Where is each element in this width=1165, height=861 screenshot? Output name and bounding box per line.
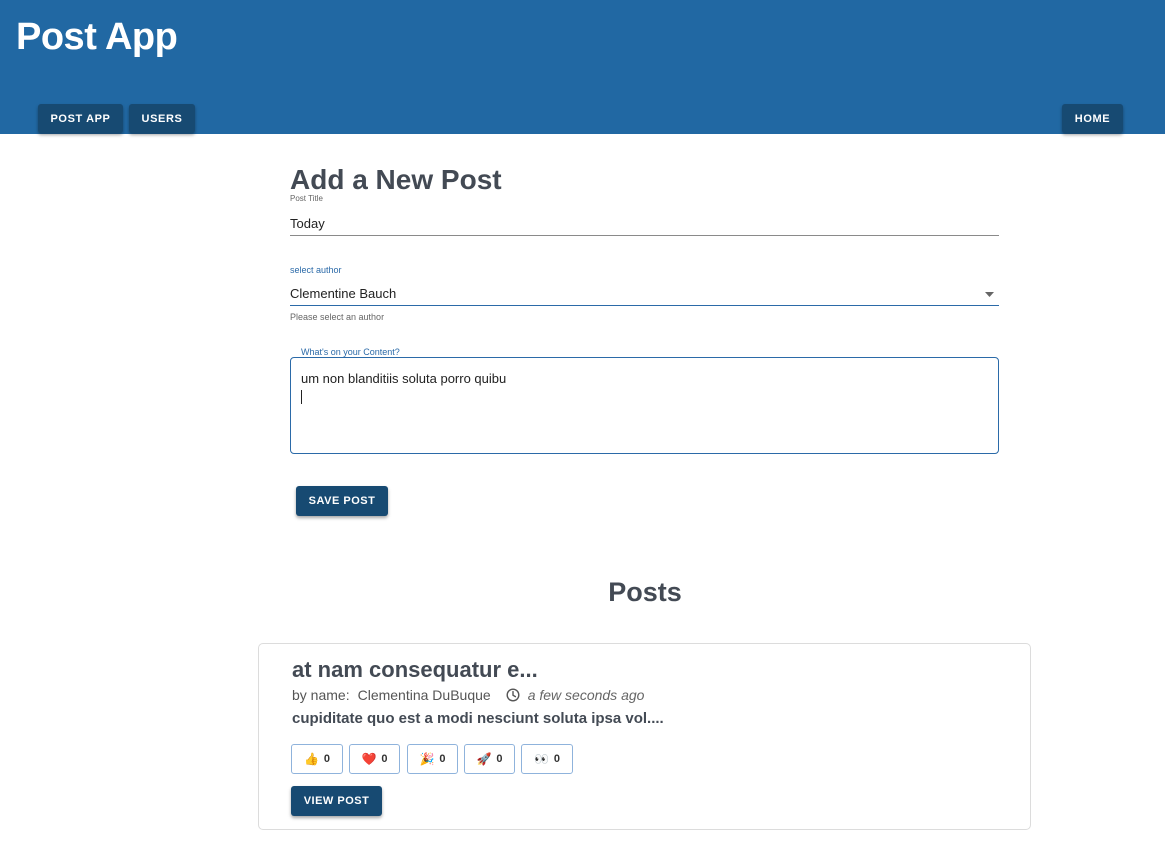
reaction-count: 0 bbox=[439, 753, 446, 765]
heart-icon: ❤️ bbox=[361, 752, 377, 766]
post-excerpt: cupiditate quo est a modi nesciunt solut… bbox=[292, 710, 664, 727]
nav-home-button[interactable]: HOME bbox=[1062, 104, 1123, 133]
form-heading: Add a New Post bbox=[290, 164, 502, 195]
post-title-input[interactable]: Today bbox=[290, 216, 325, 231]
reaction-count: 0 bbox=[553, 753, 561, 765]
reaction-count: 0 bbox=[323, 753, 331, 765]
reaction-rocket-button[interactable]: 🚀 0 bbox=[464, 744, 515, 774]
view-post-button[interactable]: VIEW POST bbox=[291, 786, 382, 816]
author-select[interactable]: Clementine Bauch bbox=[290, 286, 396, 301]
party-icon: 🎉 bbox=[419, 752, 435, 766]
save-post-button[interactable]: SAVE POST bbox=[296, 486, 388, 516]
post-author: Clementina DuBuque bbox=[357, 687, 491, 703]
author-prefix: by name: bbox=[292, 687, 350, 703]
reaction-count: 0 bbox=[496, 753, 503, 765]
author-helper-text: Please select an author bbox=[290, 312, 385, 322]
reaction-eyes-button[interactable]: 👀 0 bbox=[521, 744, 573, 774]
clock-icon bbox=[506, 688, 520, 702]
nav-users-button[interactable]: USERS bbox=[129, 104, 195, 133]
posts-heading: Posts bbox=[608, 577, 682, 607]
reaction-heart-button[interactable]: ❤️ 0 bbox=[349, 744, 400, 774]
rocket-icon: 🚀 bbox=[476, 752, 492, 766]
author-select-label: select author bbox=[290, 265, 342, 275]
chevron-down-icon[interactable] bbox=[985, 292, 994, 297]
nav-post-app-button[interactable]: POST APP bbox=[38, 104, 123, 133]
post-title-label: Post Title bbox=[290, 194, 323, 203]
reaction-party-button[interactable]: 🎉 0 bbox=[407, 744, 458, 774]
app-header: Post App POST APP USERS HOME bbox=[0, 0, 1165, 134]
reaction-thumbs-up-button[interactable]: 👍 0 bbox=[291, 744, 343, 774]
eyes-icon: 👀 bbox=[533, 752, 549, 766]
app-title: Post App bbox=[16, 16, 178, 58]
content-label: What's on your Content? bbox=[301, 347, 400, 357]
post-title: at nam consequatur e... bbox=[292, 657, 538, 682]
content-text: um non blanditiis soluta porro quibu bbox=[301, 371, 507, 386]
thumbs-up-icon: 👍 bbox=[303, 752, 319, 766]
post-time: a few seconds ago bbox=[527, 687, 645, 703]
author-select-underline bbox=[290, 305, 999, 306]
post-title-underline bbox=[290, 235, 999, 236]
post-meta: by name: Clementina DuBuque a few second… bbox=[292, 687, 644, 703]
reaction-count: 0 bbox=[381, 753, 388, 765]
text-cursor bbox=[301, 390, 302, 404]
